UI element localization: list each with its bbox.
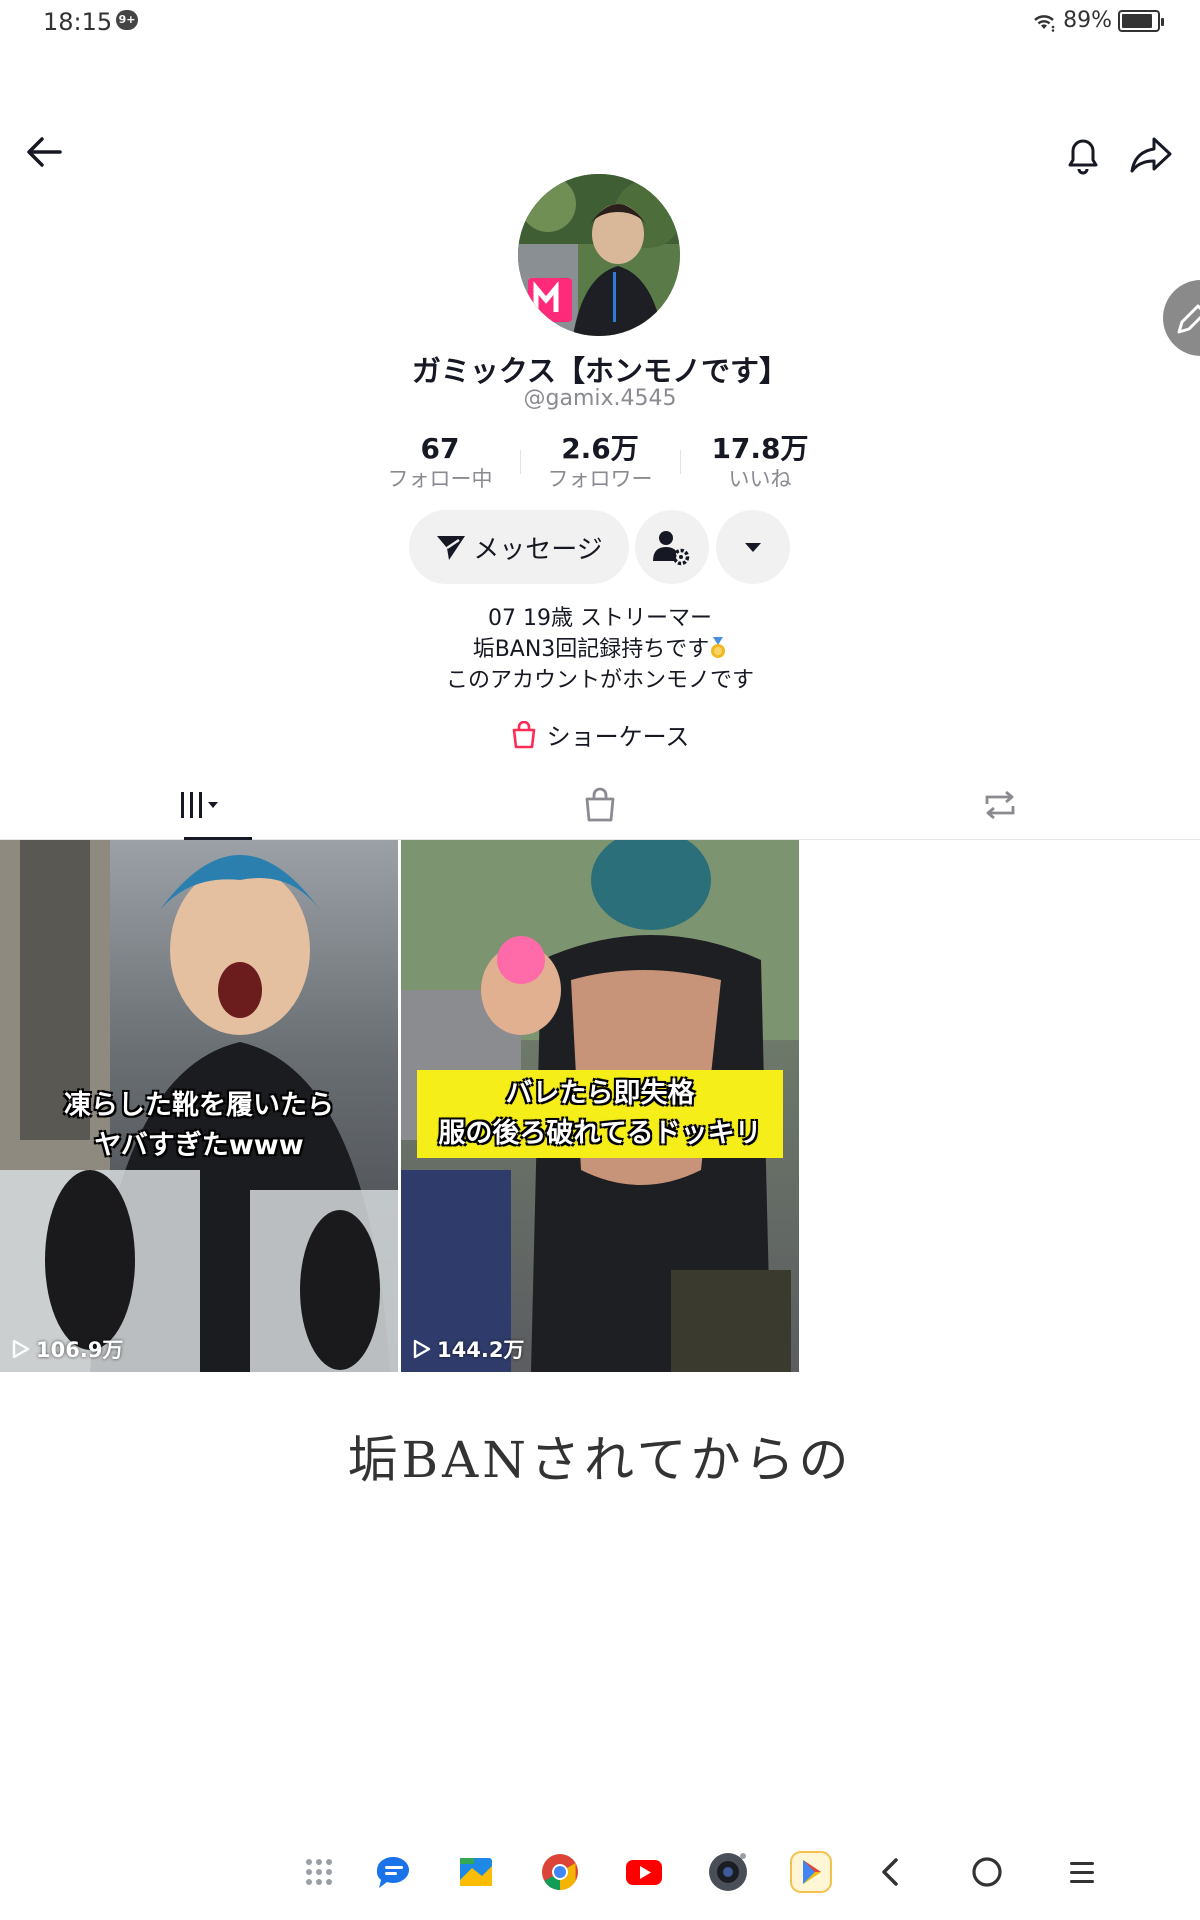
wifi-icon: [1034, 14, 1055, 32]
back-icon[interactable]: [870, 1850, 914, 1894]
showcase-label: ショーケース: [546, 723, 690, 751]
stat-value: 67: [420, 432, 460, 465]
person-settings-icon: [653, 531, 690, 566]
video-thumbnail[interactable]: 凍らした靴を履いたら ヤバすぎたwww 106.9万: [0, 840, 398, 1372]
profile-stats: 67 フォロー中 2.6万 フォロワー 17.8万 いいね: [360, 432, 840, 492]
system-dock: [0, 1850, 1200, 1910]
play-store-icon[interactable]: [789, 1850, 833, 1894]
app-drawer-icon[interactable]: [297, 1850, 341, 1894]
battery-icon: [1118, 9, 1164, 32]
floating-edit-button[interactable]: [1163, 280, 1200, 356]
video-caption-line: ヤバすぎたwww: [94, 1130, 304, 1161]
more-options-button[interactable]: [716, 510, 790, 584]
stat-likes[interactable]: 17.8万 いいね: [680, 432, 840, 492]
home-icon[interactable]: [965, 1850, 1009, 1894]
status-bar: 18:15 9+ 89%: [0, 0, 1200, 44]
send-icon: [437, 536, 466, 560]
stat-value: 2.6万: [561, 432, 639, 465]
display-name: ガミックス【ホンモノです】: [411, 354, 789, 388]
gold-medal-icon: [711, 637, 726, 658]
chrome-icon[interactable]: [538, 1850, 582, 1894]
profile-avatar[interactable]: [518, 174, 680, 336]
stat-label: フォロー中: [387, 467, 493, 491]
stat-label: フォロワー: [547, 467, 653, 491]
video-caption-line: 凍らした靴を履いたら: [64, 1090, 334, 1121]
repost-icon: [985, 790, 1015, 819]
stat-value: 17.8万: [711, 432, 809, 465]
pencil-icon: [1177, 304, 1200, 334]
play-icon: [413, 1339, 431, 1359]
video-caption-line: バレたら即失格: [505, 1078, 695, 1109]
username: @gamix.4545: [523, 386, 677, 411]
profile-bio: 07 19歳 ストリーマー 垢BAN3回記録持ちです このアカウントがホンモノで…: [0, 603, 1200, 696]
status-indicators: 89%: [1031, 8, 1164, 33]
bell-icon[interactable]: [1058, 130, 1108, 180]
video-grid: 凍らした靴を履いたら ヤバすぎたwww 106.9万 バレたら即失格 服の後ろ破…: [0, 840, 1200, 1372]
profile-actions: メッセージ: [0, 510, 1200, 584]
bio-line: 07 19歳 ストリーマー: [488, 606, 712, 631]
play-icon: [12, 1339, 30, 1359]
video-caption-line: 服の後ろ破れてるドッキリ: [438, 1118, 762, 1149]
videos-grid-icon: [181, 791, 218, 818]
overlay-banner-text: 垢BANされてからの: [347, 1431, 853, 1489]
view-count-value: 144.2万: [437, 1338, 525, 1362]
avatar-photo: [518, 174, 680, 336]
menu-icon[interactable]: [1060, 1850, 1104, 1894]
bio-line: 垢BAN3回記録持ちです: [472, 637, 710, 662]
content-tabs: [0, 770, 1200, 840]
files-icon[interactable]: [454, 1850, 498, 1894]
view-count: 144.2万: [413, 1334, 524, 1364]
stat-following[interactable]: 67 フォロー中: [360, 432, 520, 492]
view-count-value: 106.9万: [36, 1338, 124, 1362]
share-icon[interactable]: [1126, 130, 1176, 180]
video-caption: バレたら即失格 服の後ろ破れてるドッキリ: [417, 1070, 783, 1158]
stat-label: いいね: [728, 467, 792, 491]
shopping-bag-icon: [512, 720, 535, 748]
camera-icon[interactable]: [706, 1850, 750, 1894]
tab-shop[interactable]: [400, 770, 800, 839]
youtube-icon[interactable]: [622, 1850, 666, 1894]
bio-line: このアカウントがホンモノです: [445, 668, 754, 693]
notification-badge: 9+: [116, 10, 138, 30]
back-arrow-icon[interactable]: [22, 130, 66, 174]
message-button-label: メッセージ: [473, 534, 603, 565]
shopping-bag-icon: [585, 787, 615, 821]
status-time: 18:15: [43, 8, 113, 36]
view-count: 106.9万: [12, 1334, 123, 1364]
caret-down-icon: [745, 543, 761, 552]
showcase-link[interactable]: ショーケース: [0, 717, 1200, 752]
video-caption: 凍らした靴を履いたら ヤバすぎたwww: [0, 1086, 398, 1166]
battery-percentage: 89%: [1063, 8, 1112, 33]
video-thumbnail[interactable]: バレたら即失格 服の後ろ破れてるドッキリ 144.2万: [401, 840, 799, 1372]
friend-settings-button[interactable]: [635, 510, 709, 584]
tab-reposts[interactable]: [800, 770, 1200, 839]
bio-line-2: 垢BAN3回記録持ちです: [0, 634, 1200, 665]
tab-videos[interactable]: [0, 770, 400, 840]
battery-level: [1122, 13, 1153, 28]
stat-followers[interactable]: 2.6万 フォロワー: [520, 432, 680, 492]
message-button[interactable]: メッセージ: [409, 510, 629, 584]
messages-icon[interactable]: [371, 1850, 415, 1894]
